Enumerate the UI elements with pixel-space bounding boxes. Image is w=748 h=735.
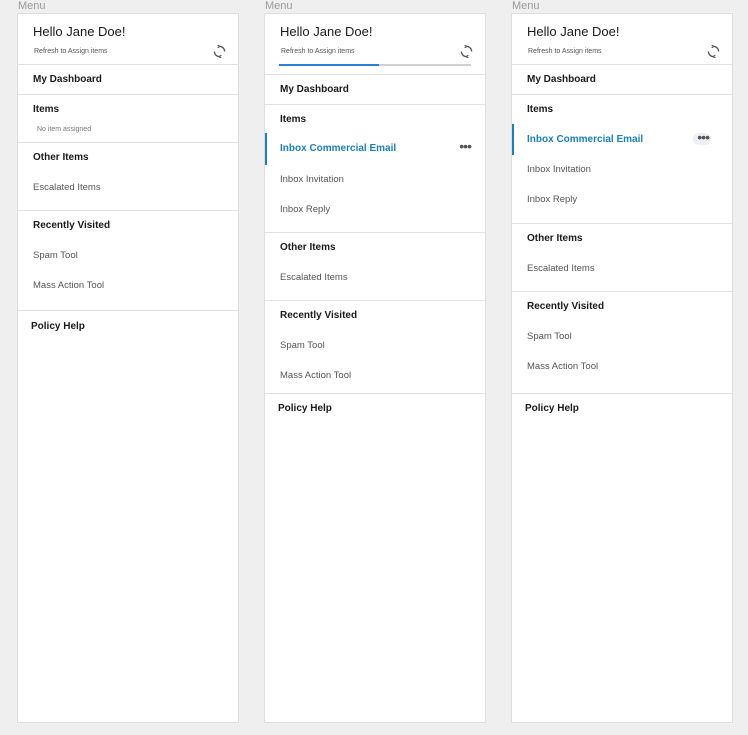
nav-policy-help[interactable]: Policy Help (31, 321, 85, 332)
divider (265, 393, 485, 394)
menu-panel-loaded: Hello Jane Doe! Refresh to Assign items … (511, 13, 733, 723)
no-items-message: No item assigned (37, 126, 92, 133)
active-indicator (512, 124, 514, 155)
item-inbox-commercial-email[interactable]: Inbox Commercial Email (280, 143, 396, 154)
item-inbox-invitation[interactable]: Inbox Invitation (527, 164, 591, 175)
refresh-label: Refresh to Assign items (528, 48, 602, 55)
nav-mass-action-tool[interactable]: Mass Action Tool (280, 370, 351, 381)
item-inbox-commercial-email[interactable]: Inbox Commercial Email (527, 134, 643, 145)
divider (512, 64, 732, 65)
other-items-heading: Other Items (280, 242, 336, 253)
divider (18, 64, 238, 65)
more-options-icon[interactable]: ••• (459, 138, 472, 154)
menu-panel-empty: Hello Jane Doe! Refresh to Assign items … (17, 13, 239, 723)
other-items-heading: Other Items (527, 233, 583, 244)
nav-spam-tool[interactable]: Spam Tool (280, 340, 325, 351)
frame-label: Menu (265, 0, 293, 12)
divider (18, 310, 238, 311)
active-indicator (265, 133, 267, 165)
divider (512, 393, 732, 394)
nav-my-dashboard[interactable]: My Dashboard (280, 84, 349, 95)
nav-mass-action-tool[interactable]: Mass Action Tool (33, 280, 104, 291)
nav-policy-help[interactable]: Policy Help (278, 403, 332, 414)
nav-escalated-items[interactable]: Escalated Items (527, 263, 595, 274)
nav-spam-tool[interactable]: Spam Tool (527, 331, 572, 342)
frame-label: Menu (18, 0, 46, 12)
greeting: Hello Jane Doe! (527, 24, 620, 39)
items-heading: Items (527, 104, 554, 115)
item-inbox-reply[interactable]: Inbox Reply (280, 204, 330, 215)
refresh-label: Refresh to Assign items (281, 48, 355, 55)
divider (512, 291, 732, 292)
nav-policy-help[interactable]: Policy Help (525, 403, 579, 414)
items-heading: Items (280, 114, 307, 125)
progress-bar (279, 64, 471, 66)
divider (265, 232, 485, 233)
divider (18, 94, 238, 95)
divider (265, 74, 485, 75)
menu-panel-loading: Hello Jane Doe! Refresh to Assign items … (264, 13, 486, 723)
divider (18, 142, 238, 143)
refresh-icon[interactable] (460, 45, 473, 58)
refresh-label: Refresh to Assign items (34, 48, 108, 55)
divider (512, 94, 732, 95)
recently-visited-heading: Recently Visited (280, 310, 358, 321)
divider (512, 223, 732, 224)
items-heading: Items (33, 104, 60, 115)
other-items-heading: Other Items (33, 152, 89, 163)
refresh-icon[interactable] (707, 45, 720, 58)
divider (265, 300, 485, 301)
divider (265, 104, 485, 105)
nav-my-dashboard[interactable]: My Dashboard (33, 74, 102, 85)
greeting: Hello Jane Doe! (280, 24, 373, 39)
nav-mass-action-tool[interactable]: Mass Action Tool (527, 361, 598, 372)
greeting: Hello Jane Doe! (33, 24, 126, 39)
progress-fill (279, 64, 379, 66)
nav-my-dashboard[interactable]: My Dashboard (527, 74, 596, 85)
divider (18, 210, 238, 211)
frame-label: Menu (512, 0, 540, 12)
item-inbox-reply[interactable]: Inbox Reply (527, 194, 577, 205)
nav-spam-tool[interactable]: Spam Tool (33, 250, 78, 261)
recently-visited-heading: Recently Visited (527, 301, 605, 312)
refresh-icon[interactable] (213, 45, 226, 58)
nav-escalated-items[interactable]: Escalated Items (280, 272, 348, 283)
recently-visited-heading: Recently Visited (33, 220, 111, 231)
more-options-icon[interactable]: ••• (697, 129, 710, 145)
item-inbox-invitation[interactable]: Inbox Invitation (280, 174, 344, 185)
nav-escalated-items[interactable]: Escalated Items (33, 182, 101, 193)
